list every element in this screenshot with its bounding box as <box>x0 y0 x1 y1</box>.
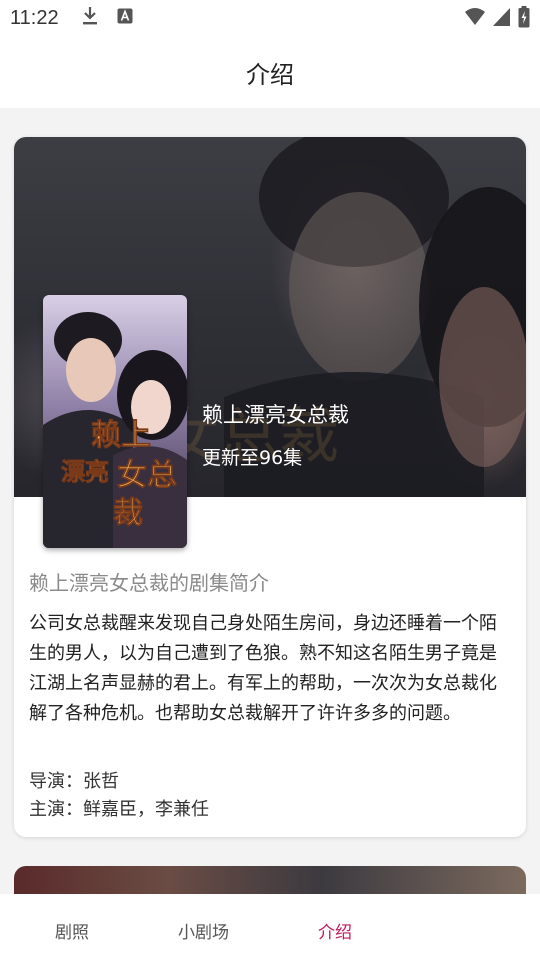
text-a-icon <box>117 8 133 28</box>
drama-poster[interactable]: 赖上 漂亮 女总 裁 <box>43 295 187 548</box>
signal-icon <box>492 7 512 31</box>
tab-stills[interactable]: 剧照 <box>55 918 89 943</box>
status-bar: 11:22 <box>0 0 540 36</box>
synopsis-text: 公司女总裁醒来发现自己身处陌生房间，身边还睡着一个陌生的男人，以为自己遭到了色狼… <box>29 613 497 724</box>
bottom-nav: 剧照 小剧场 介绍 <box>0 894 540 960</box>
battery-icon <box>518 6 530 32</box>
tab-mini-theater[interactable]: 小剧场 <box>178 918 229 943</box>
synopsis-heading: 赖上漂亮女总裁的剧集简介 <box>29 571 269 595</box>
header: 介绍 <box>0 36 540 108</box>
svg-text:女总: 女总 <box>117 458 177 493</box>
download-icon <box>81 6 99 30</box>
svg-text:裁: 裁 <box>113 496 143 531</box>
drama-intro-card[interactable]: 赖上 漂亮女总裁 赖上 漂亮 女总 <box>14 137 526 837</box>
status-time: 11:22 <box>10 6 59 29</box>
svg-text:赖上: 赖上 <box>91 418 151 453</box>
cast-credit: 主演：鲜嘉臣，李兼任 <box>29 799 209 820</box>
svg-text:漂亮: 漂亮 <box>61 457 109 486</box>
drama-name: 赖上漂亮女总裁 <box>202 403 349 427</box>
director-credit: 导演：张哲 <box>29 771 119 792</box>
page-title: 介绍 <box>246 60 294 89</box>
episode-update: 更新至96集 <box>202 447 303 469</box>
tab-introduction[interactable]: 介绍 <box>318 918 352 943</box>
wifi-icon <box>464 7 486 31</box>
